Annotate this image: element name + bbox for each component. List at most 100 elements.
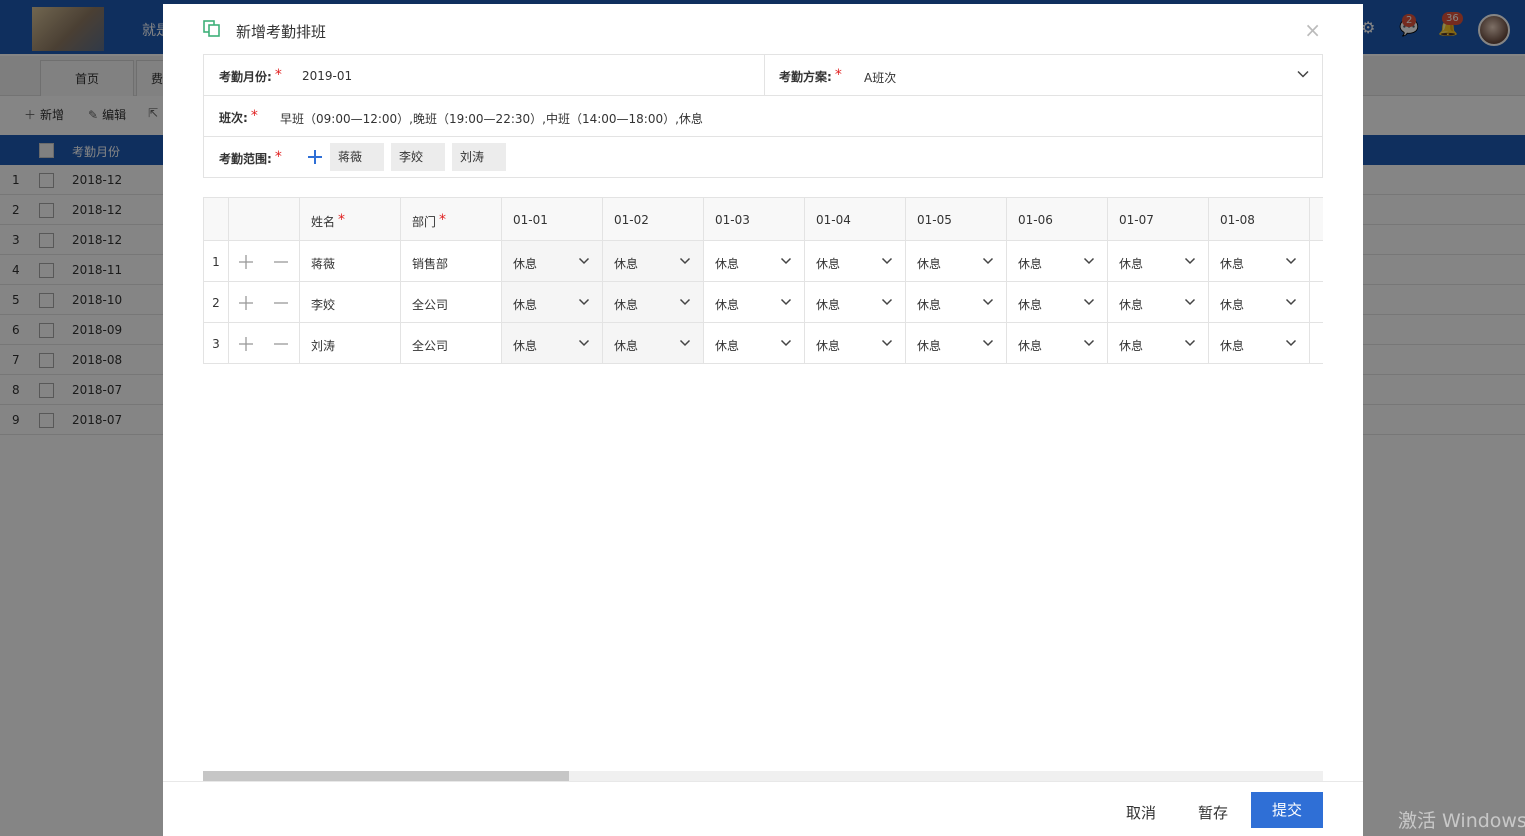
chevron-down-icon[interactable] — [881, 296, 893, 308]
chevron-down-icon[interactable] — [1184, 255, 1196, 267]
column-header-day: 01-07 — [1108, 198, 1209, 240]
row-index: 2 — [212, 296, 220, 310]
horizontal-scrollbar[interactable] — [203, 771, 1323, 781]
dialog-header: 新增考勤排班 × — [163, 4, 1363, 54]
chevron-down-icon[interactable] — [982, 337, 994, 349]
chevron-down-icon[interactable] — [881, 337, 893, 349]
shift-value: 早班（09:00—12:00）,晚班（19:00—22:30）,中班（14:00… — [280, 112, 703, 126]
row-ops — [229, 241, 300, 281]
copy-icon — [203, 20, 220, 37]
chevron-down-icon[interactable] — [1083, 337, 1095, 349]
shift-select[interactable]: 休息 — [906, 282, 1007, 322]
column-header-day: 01-04 — [805, 198, 906, 240]
shift-select[interactable]: 休息 — [704, 323, 805, 363]
chevron-down-icon[interactable] — [578, 337, 590, 349]
schedule-grid: 姓名 * 部门 * 01-01 01-02 01-03 01-04 01-05 01… — [203, 197, 1323, 369]
row-index: 3 — [212, 337, 220, 351]
shift-select[interactable]: 休息 — [1108, 323, 1209, 363]
name-cell[interactable]: 蒋薇 — [300, 241, 401, 281]
required-mark: * — [834, 67, 842, 83]
chevron-down-icon[interactable] — [578, 296, 590, 308]
required-mark: * — [338, 212, 346, 228]
column-header-day: 01-08 — [1209, 198, 1310, 240]
new-schedule-dialog: 新增考勤排班 × 考勤月份: * 2019-01 考勤方案: * A班次 班次: * … — [163, 4, 1363, 836]
chevron-down-icon[interactable] — [679, 337, 691, 349]
shift-select[interactable]: 休息 — [805, 282, 906, 322]
shift-select[interactable]: 休息 — [1209, 282, 1310, 322]
chevron-down-icon[interactable] — [1184, 337, 1196, 349]
shift-select[interactable]: 休息 — [1108, 241, 1209, 281]
scope-tag[interactable]: 刘涛 — [452, 143, 506, 171]
chevron-down-icon[interactable] — [881, 255, 893, 267]
scope-tag[interactable]: 蒋薇 — [330, 143, 384, 171]
shift-select[interactable]: 休息 — [704, 241, 805, 281]
shift-select[interactable]: 休息 — [502, 282, 603, 322]
add-row-icon[interactable] — [238, 254, 254, 270]
grid-header-row: 姓名 * 部门 * 01-01 01-02 01-03 01-04 01-05 01… — [204, 198, 1323, 241]
submit-button[interactable]: 提交 — [1251, 792, 1323, 828]
shift-select[interactable]: 休息 — [1007, 282, 1108, 322]
add-row-icon[interactable] — [238, 295, 254, 311]
scope-label: 考勤范围: * — [219, 149, 282, 166]
save-draft-button[interactable]: 暂存 — [1198, 802, 1228, 823]
chevron-down-icon[interactable] — [1285, 255, 1297, 267]
column-header-dept: 部门 * — [401, 198, 502, 240]
chevron-down-icon[interactable] — [1296, 67, 1310, 81]
shift-select[interactable]: 休息 — [502, 323, 603, 363]
remove-row-icon[interactable] — [273, 295, 289, 311]
scope-tag[interactable]: 李姣 — [391, 143, 445, 171]
chevron-down-icon[interactable] — [1184, 296, 1196, 308]
shift-select[interactable]: 休息 — [1209, 323, 1310, 363]
chevron-down-icon[interactable] — [982, 255, 994, 267]
shift-select[interactable]: 休息 — [502, 241, 603, 281]
shift-select[interactable]: 休息 — [1209, 241, 1310, 281]
shift-select[interactable]: 休息 — [603, 323, 704, 363]
cancel-button[interactable]: 取消 — [1126, 802, 1156, 823]
shift-select[interactable]: 休息 — [1007, 323, 1108, 363]
shift-select[interactable]: 休息 — [906, 241, 1007, 281]
scrollbar-thumb[interactable] — [203, 771, 569, 781]
shift-select[interactable]: 休息 — [603, 282, 704, 322]
chevron-down-icon[interactable] — [1083, 296, 1095, 308]
shift-select[interactable]: 休息 — [805, 241, 906, 281]
chevron-down-icon[interactable] — [578, 255, 590, 267]
shift-select[interactable]: 休息 — [1108, 282, 1209, 322]
dept-cell[interactable]: 全公司 — [401, 323, 502, 363]
column-header-day: 01-03 — [704, 198, 805, 240]
shift-select[interactable]: 休息 — [603, 241, 704, 281]
chevron-down-icon[interactable] — [679, 255, 691, 267]
remove-row-icon[interactable] — [273, 336, 289, 352]
month-label: 考勤月份: * — [219, 67, 282, 84]
chevron-down-icon[interactable] — [780, 337, 792, 349]
chevron-down-icon[interactable] — [1285, 296, 1297, 308]
add-row-icon[interactable] — [238, 336, 254, 352]
shift-select[interactable]: 休息 — [805, 323, 906, 363]
form-row-shift: 班次: * 早班（09:00—12:00）,晚班（19:00—22:30）,中班（… — [204, 96, 1322, 137]
month-field[interactable]: 2019-01 — [302, 69, 352, 83]
plan-select[interactable]: A班次 — [864, 69, 896, 86]
chevron-down-icon[interactable] — [780, 296, 792, 308]
shift-select[interactable]: 休息 — [704, 282, 805, 322]
dept-cell[interactable]: 全公司 — [401, 282, 502, 322]
column-header-day: 01-05 — [906, 198, 1007, 240]
chevron-down-icon[interactable] — [780, 255, 792, 267]
column-header-day: 01-01 — [502, 198, 603, 240]
column-header-name: 姓名 * — [300, 198, 401, 240]
shift-select[interactable]: 休息 — [906, 323, 1007, 363]
chevron-down-icon[interactable] — [982, 296, 994, 308]
chevron-down-icon[interactable] — [679, 296, 691, 308]
shift-select[interactable]: 休息 — [1007, 241, 1108, 281]
chevron-down-icon[interactable] — [1285, 337, 1297, 349]
required-mark: * — [439, 212, 447, 228]
dept-cell[interactable]: 销售部 — [401, 241, 502, 281]
name-cell[interactable]: 刘涛 — [300, 323, 401, 363]
windows-watermark: 激活 Windows — [1398, 810, 1525, 832]
name-cell[interactable]: 李姣 — [300, 282, 401, 322]
chevron-down-icon[interactable] — [1083, 255, 1095, 267]
required-mark: * — [250, 108, 258, 124]
plan-label: 考勤方案: * — [779, 67, 842, 84]
required-mark: * — [274, 67, 282, 83]
close-icon[interactable]: × — [1304, 18, 1321, 42]
remove-row-icon[interactable] — [273, 254, 289, 270]
add-scope-icon[interactable] — [307, 149, 323, 165]
